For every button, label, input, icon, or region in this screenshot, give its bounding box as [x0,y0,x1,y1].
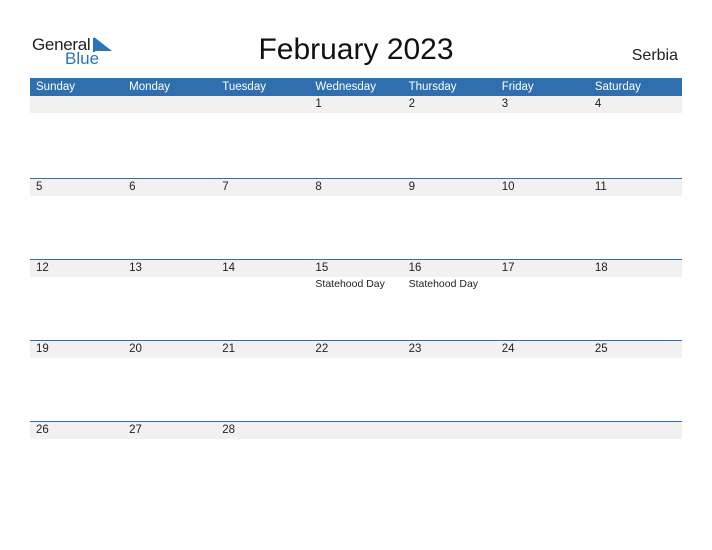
day-number: 23 [408,343,422,355]
weekday-tuesday: Tuesday [222,81,266,93]
day-cell[interactable]: 12 [30,260,123,341]
day-number: 25 [594,343,608,355]
day-number: 24 [501,343,515,355]
day-cell[interactable]: 21 [216,341,309,422]
week-row: 5 6 7 8 9 10 11 [30,178,682,260]
day-cell [589,422,682,503]
day-number: 2 [408,98,415,110]
day-cell[interactable]: 15 Statehood Day [309,260,402,341]
day-cell[interactable]: 22 [309,341,402,422]
day-cell [123,96,216,177]
day-cell[interactable]: 23 [403,341,496,422]
day-number: 26 [36,424,49,436]
day-number: 28 [222,424,236,436]
holiday-label: Statehood Day [408,278,479,290]
day-cell[interactable]: 3 [496,96,589,177]
day-number: 7 [222,181,229,193]
day-cell[interactable]: 2 [403,96,496,177]
weekday-wednesday: Wednesday [315,81,376,93]
week-row: 26 27 28 [30,421,682,503]
day-number: 8 [315,181,322,193]
day-cell[interactable]: 20 [123,341,216,422]
day-cell[interactable]: 18 [589,260,682,341]
day-number: 5 [36,181,43,193]
day-cell[interactable]: 10 [496,179,589,260]
day-cell [496,422,589,503]
day-cell [30,96,123,177]
day-number: 22 [315,343,329,355]
day-cell[interactable]: 17 [496,260,589,341]
day-number: 9 [408,181,415,193]
day-cell [403,422,496,503]
weekday-header: Sunday Monday Tuesday Wednesday Thursday Frid… [30,78,682,96]
holiday-label: Statehood Day [315,278,385,290]
weekday-thursday: Thursday [408,81,457,93]
day-number: 4 [594,98,602,110]
day-number: 18 [594,262,608,274]
weekday-saturday: Saturday [594,81,641,93]
day-number: 15 [315,262,329,274]
day-cell[interactable]: 19 [30,341,123,422]
day-cell[interactable]: 25 [589,341,682,422]
day-cell[interactable]: 7 [216,179,309,260]
calendar-title: February 2023 [258,33,454,66]
day-cell[interactable]: 9 [403,179,496,260]
week-row: 19 20 21 22 23 24 25 [30,340,682,422]
weekday-sunday: Sunday [36,81,76,93]
day-cell [216,96,309,177]
day-cell[interactable]: 1 [309,96,402,177]
day-number: 11 [594,181,607,193]
day-number: 1 [315,98,322,110]
day-number: 19 [36,343,49,355]
day-cell[interactable]: 14 [216,260,309,341]
day-number: 27 [129,424,142,436]
day-cell [309,422,402,503]
week-row: 12 13 14 15 Statehood Day 16 Statehood Day 17 18 [30,259,682,341]
day-number: 6 [129,181,136,193]
calendar-grid: Sunday Monday Tuesday Wednesday Thursday Frid… [30,78,682,439]
day-cell[interactable]: 11 [589,179,682,260]
day-cell[interactable]: 8 [309,179,402,260]
day-number: 14 [222,262,236,274]
weekday-friday: Friday [501,81,534,93]
weekday-monday: Monday [129,81,171,93]
day-number: 12 [36,262,49,274]
day-number: 20 [129,343,142,355]
day-cell[interactable]: 24 [496,341,589,422]
day-cell[interactable]: 5 [30,179,123,260]
day-cell[interactable]: 26 [30,422,123,503]
day-number: 16 [408,262,422,274]
country-label: Serbia [631,47,678,64]
day-cell[interactable]: 13 [123,260,216,341]
day-cell[interactable]: 27 [123,422,216,503]
day-number: 3 [501,98,509,110]
day-cell[interactable]: 16 Statehood Day [403,260,496,341]
day-number: 21 [222,343,236,355]
day-number: 17 [501,262,515,274]
day-number: 10 [501,181,515,193]
day-number: 13 [129,262,142,274]
day-cell[interactable]: 4 [589,96,682,177]
day-cell[interactable]: 28 [216,422,309,503]
week-row: 1 2 3 4 [30,96,682,177]
day-cell[interactable]: 6 [123,179,216,260]
